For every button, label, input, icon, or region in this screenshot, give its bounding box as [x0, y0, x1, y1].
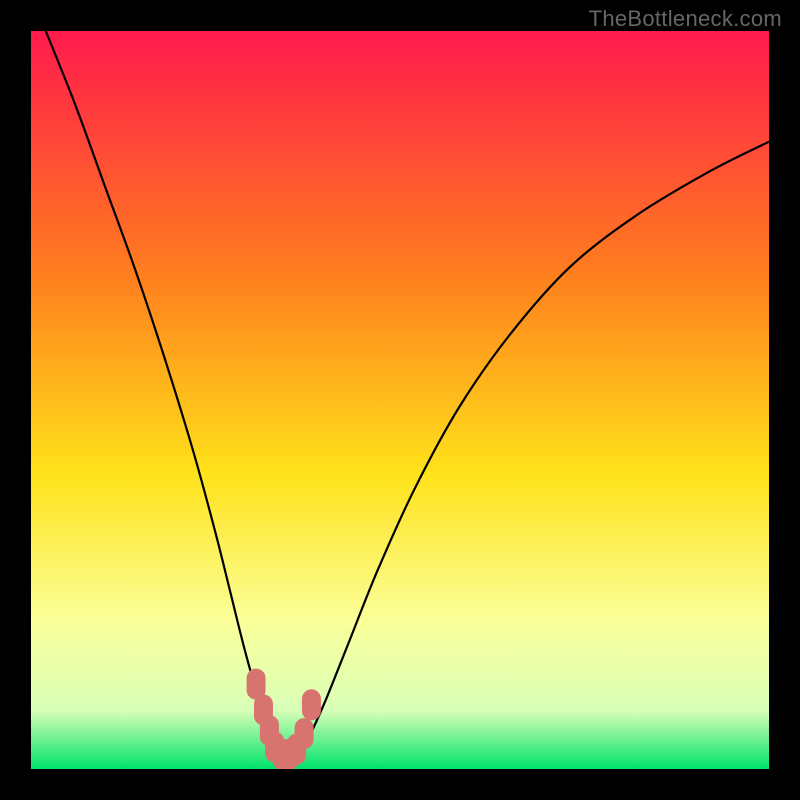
gradient-bg — [31, 31, 769, 769]
highlight-marker — [302, 690, 320, 720]
watermark-text: TheBottleneck.com — [589, 6, 782, 32]
highlight-marker — [295, 719, 313, 749]
outer-frame: TheBottleneck.com — [0, 0, 800, 800]
chart-svg — [31, 31, 769, 769]
plot-area — [31, 31, 769, 769]
